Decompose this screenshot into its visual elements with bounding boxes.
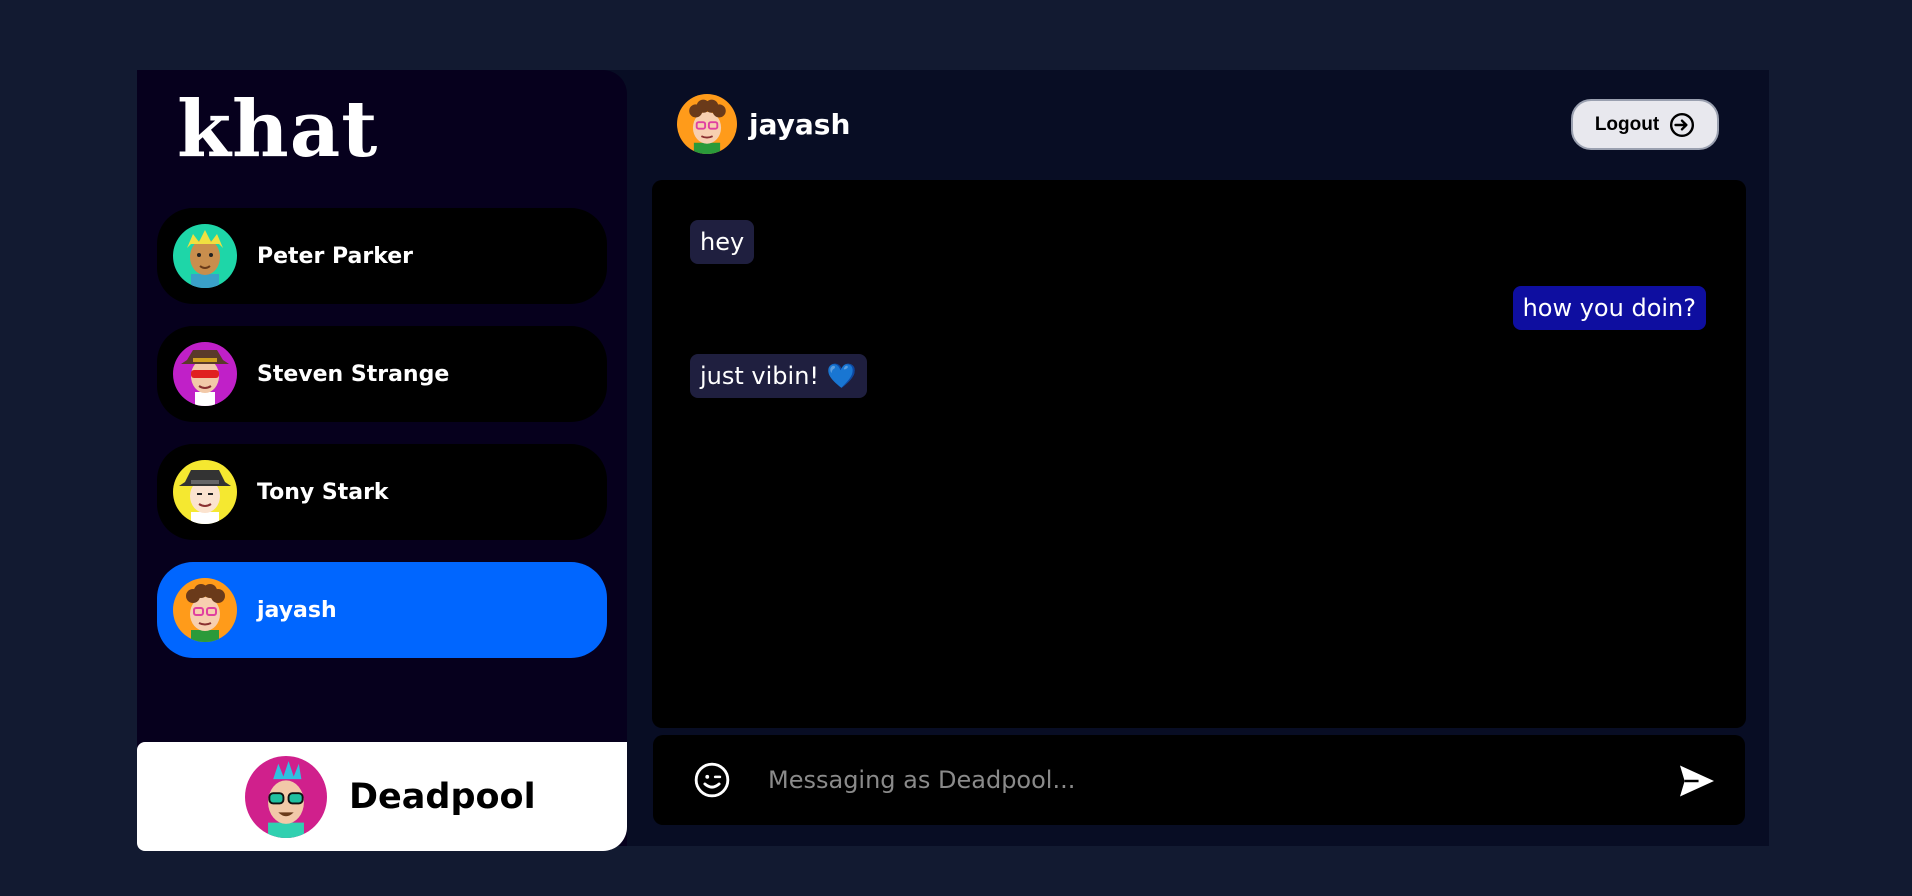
contact-item-steven-strange[interactable]: Steven Strange — [157, 326, 607, 422]
message-bubble: how you doin? — [1512, 286, 1706, 330]
chat-header: jayash — [677, 94, 850, 154]
app-logo: khat — [177, 84, 379, 175]
contact-list: Peter Parker Steven Strange Tony Stark j… — [157, 208, 607, 680]
message-composer — [653, 735, 1745, 825]
chat-title: jayash — [749, 107, 851, 141]
send-icon[interactable] — [1677, 761, 1717, 801]
mohawk-sunglasses-avatar — [245, 755, 327, 838]
blonde-boy-avatar — [173, 224, 237, 288]
contact-name: Tony Stark — [257, 479, 389, 505]
masked-hat-avatar — [173, 342, 237, 406]
smiley-icon[interactable] — [693, 761, 731, 799]
contact-item-jayash[interactable]: jayash — [157, 562, 607, 658]
contact-item-tony-stark[interactable]: Tony Stark — [157, 444, 607, 540]
message-bubble: just vibin! 💙 — [690, 354, 867, 398]
contact-name: jayash — [257, 597, 337, 623]
logout-button[interactable]: Logout — [1571, 99, 1719, 150]
fedora-man-avatar — [173, 460, 237, 524]
contact-name: Steven Strange — [257, 361, 450, 387]
contact-item-peter-parker[interactable]: Peter Parker — [157, 208, 607, 304]
contact-name: Peter Parker — [257, 243, 414, 269]
curly-glasses-avatar — [677, 94, 737, 154]
sidebar: khat Peter Parker Steven Strange Tony St… — [137, 70, 627, 851]
chat-app: khat Peter Parker Steven Strange Tony St… — [137, 70, 1769, 851]
message-list: hey how you doin? just vibin! 💙 — [652, 180, 1746, 728]
current-user-card: Deadpool — [137, 742, 627, 851]
message-bubble: hey — [690, 220, 755, 264]
logout-icon — [1669, 112, 1695, 138]
logout-label: Logout — [1594, 113, 1660, 135]
current-user-name: Deadpool — [349, 776, 536, 817]
message-input[interactable] — [768, 755, 1628, 805]
curly-glasses-avatar — [173, 578, 237, 642]
